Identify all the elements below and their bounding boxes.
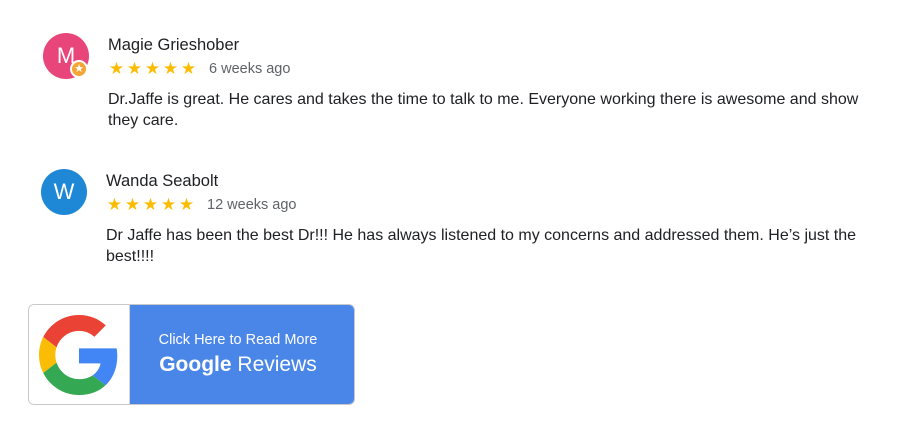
star-icon: ★ [144, 59, 161, 79]
review-time: 6 weeks ago [209, 61, 291, 77]
avatar-initial: W [53, 179, 75, 204]
star-icon: ★ [180, 59, 197, 79]
review-text: Dr.Jaffe is great. He cares and takes th… [108, 91, 859, 129]
cta-google-reviews: Google Reviews [159, 352, 317, 378]
local-guide-star-icon: ★ [70, 60, 88, 78]
review-time: 12 weeks ago [207, 197, 297, 213]
review-meta: ★ ★ ★ ★ ★ 6 weeks ago [108, 59, 291, 79]
star-icon: ★ [160, 195, 177, 215]
reviewer-name[interactable]: Wanda Seabolt [106, 172, 218, 191]
review-meta: ★ ★ ★ ★ ★ 12 weeks ago [106, 195, 297, 215]
google-reviews-cta[interactable]: Click Here to Read More Google Reviews [130, 305, 354, 404]
cta-brand: Google [159, 353, 232, 376]
google-logo-panel [29, 305, 130, 404]
avatar[interactable]: W [41, 169, 87, 215]
star-rating: ★ ★ ★ ★ ★ [106, 195, 195, 215]
star-icon: ★ [124, 195, 141, 215]
star-icon: ★ [106, 195, 123, 215]
review-text: Dr Jaffe has been the best Dr!!! He has … [106, 227, 857, 265]
star-icon: ★ [142, 195, 159, 215]
avatar[interactable]: M ★ [43, 33, 89, 79]
star-rating: ★ ★ ★ ★ ★ [108, 59, 197, 79]
cta-line: Click Here to Read More [158, 332, 318, 348]
read-more-google-reviews-button[interactable]: Click Here to Read More Google Reviews [28, 304, 355, 405]
google-g-icon [39, 314, 118, 395]
star-icon: ★ [108, 59, 125, 79]
star-icon: ★ [126, 59, 143, 79]
star-icon: ★ [178, 195, 195, 215]
cta-suffix: Reviews [231, 353, 317, 376]
star-icon: ★ [162, 59, 179, 79]
reviewer-name[interactable]: Magie Grieshober [108, 36, 239, 55]
